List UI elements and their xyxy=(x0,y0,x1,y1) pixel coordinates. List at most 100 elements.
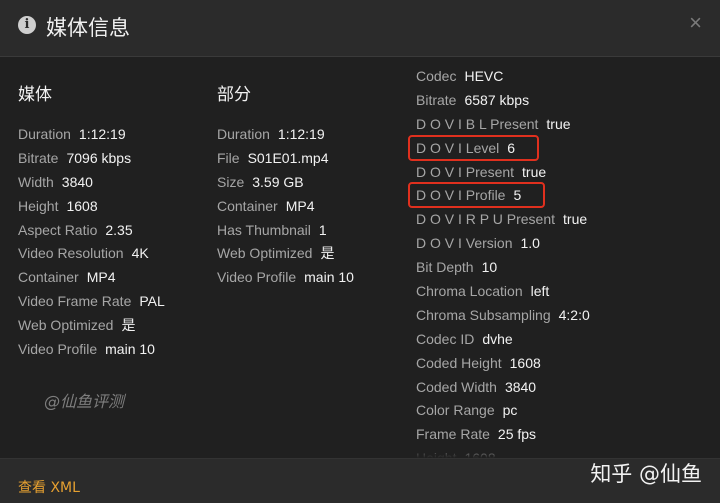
info-row: D O V I Profile 5 xyxy=(407,182,590,209)
info-pair: Container MP4 xyxy=(18,269,116,285)
info-pair: D O V I Present true xyxy=(416,164,546,180)
info-label: Duration xyxy=(217,126,270,142)
info-label: Web Optimized xyxy=(18,317,114,334)
info-value: true xyxy=(522,163,547,180)
info-pair: Bitrate 7096 kbps xyxy=(18,150,131,166)
info-label: Video Frame Rate xyxy=(18,293,132,310)
info-value: MP4 xyxy=(285,197,315,214)
info-pair: Web Optimized 是 xyxy=(18,317,135,333)
info-label: Bit Depth xyxy=(416,259,474,276)
info-value: main 10 xyxy=(304,269,354,286)
info-row: Duration 1:12:19 xyxy=(18,123,165,147)
info-row: Color Range pc xyxy=(416,399,590,423)
dialog-header: i 媒体信息 × xyxy=(0,0,720,57)
info-label: Web Optimized xyxy=(217,245,313,262)
info-row: Bitrate 6587 kbps xyxy=(416,89,590,113)
info-value: 1608 xyxy=(509,354,541,371)
highlight-box: D O V I Level 6 xyxy=(407,134,540,161)
info-pair: Chroma Location left xyxy=(416,283,549,299)
info-row: Chroma Location left xyxy=(416,280,590,304)
view-xml-link[interactable]: 查看 XML xyxy=(18,477,80,497)
info-pair: Video Profile main 10 xyxy=(18,341,155,357)
info-value: dvhe xyxy=(482,330,513,347)
info-row: Container MP4 xyxy=(217,195,354,219)
info-label: D O V I Level xyxy=(416,139,500,156)
highlight-box: D O V I Profile 5 xyxy=(407,182,546,209)
info-value: HEVC xyxy=(464,68,504,84)
info-row: Codec HEVC xyxy=(416,65,590,89)
info-row: Chroma Subsampling 4:2:0 xyxy=(416,304,590,328)
info-pair: Chroma Subsampling 4:2:0 xyxy=(416,307,590,323)
info-value: 6587 kbps xyxy=(464,91,530,108)
stream-rows: Codec HEVC Bitrate 6587 kbps D O V I B L Pre… xyxy=(407,65,590,471)
info-value: MP4 xyxy=(86,269,116,286)
info-value: 1.0 xyxy=(520,235,540,252)
info-label: Has Thumbnail xyxy=(217,221,311,238)
info-row: Bit Depth 10 xyxy=(416,256,590,280)
part-column: 部分 Duration 1:12:19 File S01E01.mp4 Size 3.59… xyxy=(217,80,354,290)
info-label: Height xyxy=(18,197,59,214)
info-pair: File S01E01.mp4 xyxy=(217,150,329,166)
info-value: 1:12:19 xyxy=(277,126,325,142)
info-pair: Size 3.59 GB xyxy=(217,174,304,190)
info-label: D O V I Profile xyxy=(416,187,506,204)
info-row: Video Profile main 10 xyxy=(18,338,165,362)
info-row: Video Resolution 4K xyxy=(18,242,165,266)
info-label: D O V I Version xyxy=(416,235,513,252)
info-label: File xyxy=(217,149,240,166)
info-value: 6 xyxy=(507,139,516,156)
info-pair: D O V I B L Present true xyxy=(416,116,571,132)
part-heading: 部分 xyxy=(217,85,251,105)
info-label: Container xyxy=(18,269,79,286)
dialog-title: 媒体信息 xyxy=(46,16,130,40)
info-pair: Bit Depth 10 xyxy=(416,259,497,275)
media-rows: Duration 1:12:19 Bitrate 7096 kbps Width 3840… xyxy=(18,123,165,362)
info-pair: Color Range pc xyxy=(416,402,517,418)
info-row: Bitrate 7096 kbps xyxy=(18,147,165,171)
info-label: Frame Rate xyxy=(416,426,490,443)
info-label: Chroma Location xyxy=(416,283,523,300)
info-icon: i xyxy=(18,16,36,34)
info-value: 是 xyxy=(121,317,136,334)
info-pair: D O V I Version 1.0 xyxy=(416,235,540,251)
info-pair: D O V I R P U Present true xyxy=(416,211,587,227)
zhihu-watermark: 知乎 @仙鱼 xyxy=(590,462,702,486)
info-value: S01E01.mp4 xyxy=(247,149,329,166)
info-row: Video Profile main 10 xyxy=(217,266,354,290)
info-pair: Container MP4 xyxy=(217,198,315,214)
info-label: Aspect Ratio xyxy=(18,221,98,238)
info-row: Codec ID dvhe xyxy=(416,328,590,352)
info-pair: Video Frame Rate PAL xyxy=(18,293,165,309)
info-label: Video Resolution xyxy=(18,245,124,262)
info-label: D O V I R P U Present xyxy=(416,211,556,228)
info-value: main 10 xyxy=(105,341,155,358)
info-value: 是 xyxy=(320,245,335,262)
info-label: Container xyxy=(217,197,278,214)
info-label: Coded Height xyxy=(416,354,502,371)
info-value: 3840 xyxy=(61,173,93,190)
info-label: Bitrate xyxy=(416,91,457,108)
info-row: Duration 1:12:19 xyxy=(217,123,354,147)
info-value: 5 xyxy=(513,187,522,204)
media-info-dialog: i 媒体信息 × 媒体 Duration 1:12:19 Bitrate 7096 k… xyxy=(0,0,720,503)
info-row: Width 3840 xyxy=(18,171,165,195)
info-row: D O V I Level 6 xyxy=(407,134,590,161)
info-value: pc xyxy=(502,402,518,419)
info-pair: Coded Width 3840 xyxy=(416,379,536,395)
info-row: D O V I Present true xyxy=(416,161,590,185)
info-value: 1:12:19 xyxy=(78,126,126,142)
info-row: D O V I B L Present true xyxy=(416,113,590,137)
info-pair: Frame Rate 25 fps xyxy=(416,426,536,442)
info-label: Color Range xyxy=(416,402,495,419)
info-pair: Video Profile main 10 xyxy=(217,269,354,285)
info-label: Video Profile xyxy=(18,341,98,358)
info-value: PAL xyxy=(139,293,165,310)
info-label: Coded Width xyxy=(416,378,497,395)
info-pair: Has Thumbnail 1 xyxy=(217,222,327,238)
close-icon[interactable]: × xyxy=(689,10,702,36)
info-label: Codec xyxy=(416,68,457,84)
info-row: Web Optimized 是 xyxy=(18,314,165,338)
info-pair: Web Optimized 是 xyxy=(217,245,334,261)
info-value: true xyxy=(563,211,588,228)
info-label: Video Profile xyxy=(217,269,297,286)
